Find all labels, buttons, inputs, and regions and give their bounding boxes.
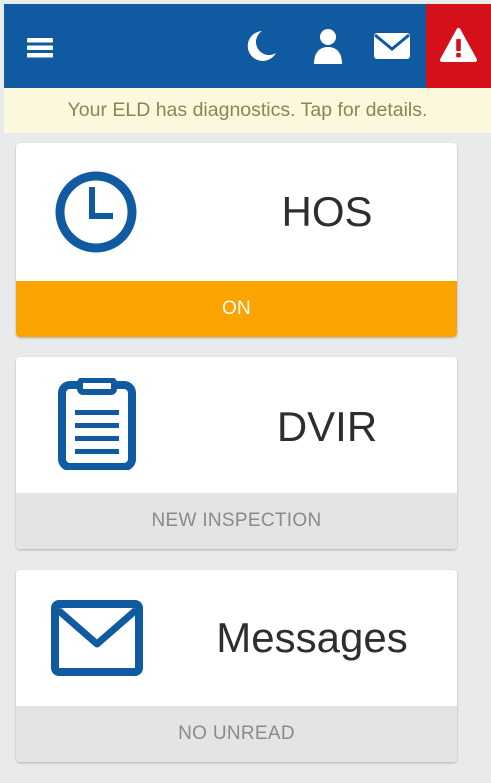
dvir-status: NEW INSPECTION [16,493,457,549]
dvir-card[interactable]: DVIR NEW INSPECTION [16,357,457,549]
hos-icon-wrap [54,170,138,259]
user-icon [314,29,342,64]
app-bar [4,4,491,88]
clipboard-icon [58,377,136,471]
night-mode-button[interactable] [238,24,282,68]
warning-icon [440,28,477,62]
envelope-icon [51,600,143,676]
messages-title: Messages [216,614,408,661]
hos-card[interactable]: HOS ON [16,143,457,337]
diagnostics-alert-button[interactable] [426,4,491,88]
messages-card[interactable]: Messages NO UNREAD [16,570,457,762]
messages-icon-wrap [49,598,145,683]
hos-status: ON [16,281,457,337]
dvir-icon-wrap [55,377,139,475]
messages-status: NO UNREAD [16,706,457,762]
scroll-gutter [465,133,491,783]
messages-button[interactable] [370,24,414,68]
diagnostics-banner-text: Your ELD has diagnostics. Tap for detail… [67,99,428,121]
mail-icon [374,33,410,59]
menu-icon [27,38,53,58]
clock-icon [55,171,137,253]
dvir-title: DVIR [276,403,378,450]
hos-title: HOS [281,188,373,235]
menu-button[interactable] [24,32,58,62]
diagnostics-banner[interactable]: Your ELD has diagnostics. Tap for detail… [4,88,491,133]
profile-button[interactable] [306,24,350,68]
moon-icon [247,31,276,61]
